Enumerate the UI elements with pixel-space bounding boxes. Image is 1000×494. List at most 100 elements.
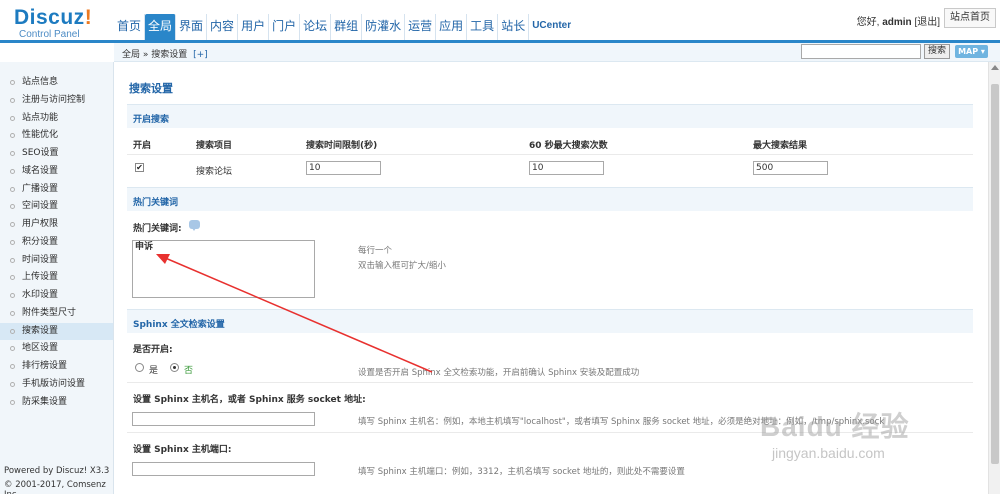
sphinx-yes-label: 是 [149,366,159,376]
sidebar-item-label: 地区设置 [22,343,59,354]
nav-tab[interactable]: 全局 [145,14,177,40]
discuz-logo[interactable]: Discuz! Control Panel [14,7,114,41]
bullet-icon [10,186,15,192]
bullet-icon [10,133,15,139]
nav-tab[interactable]: 用户 [238,14,270,40]
sidebar-item[interactable]: 时间设置 [0,252,113,270]
sphinx-enable-label: 是否开启: [133,345,173,355]
sidebar-item[interactable]: SEO设置 [0,145,113,163]
bullet-icon [10,364,15,369]
bullet-icon [10,293,15,298]
sphinx-no-radio[interactable] [170,363,179,372]
sidebar-item[interactable]: 域名设置 [0,163,113,181]
sphinx-port-hint: 填写 Sphinx 主机端口：例如，3312，主机名填写 socket 地址的，… [358,467,685,477]
sphinx-port-label: 设置 Sphinx 主机端口: [133,445,232,455]
sidebar-item[interactable]: 用户权限 [0,216,113,234]
nav-tab[interactable]: UCenter [529,14,574,40]
sidebar-item[interactable]: 防采集设置 [0,394,113,412]
sidebar-menu: 站点信息注册与访问控制 站点功能性能优化 SEO设置域名设置广播设置空间设置用户权限… [0,74,113,411]
sidebar-item[interactable]: 站点功能 [0,110,113,128]
sidebar-item[interactable]: 排行榜设置 [0,358,113,376]
nav-tab[interactable]: 运营 [405,14,437,40]
page-title: 搜索设置 [129,82,173,95]
baidu-jingyan-watermark: Baidu 经验 jingyan.baidu.com [760,405,910,461]
sidebar-item[interactable]: 上传设置 [0,269,113,287]
sidebar-item-label: 用户权限 [22,219,59,229]
help-bubble-icon[interactable] [189,220,200,231]
nav-tab[interactable]: 群组 [331,14,363,40]
sphinx-host-input[interactable] [132,412,315,426]
sidebar-item[interactable]: 站点信息 [0,74,113,92]
bullet-icon [10,239,15,245]
sidebar-item-label: 注册与访问控制 [22,94,86,105]
sidebar-item-label: 防采集设置 [22,396,68,407]
map-button[interactable]: MAP ▾ [955,45,988,58]
time-limit-input[interactable]: 10 [306,161,381,175]
bullet-icon [10,115,15,121]
sidebar-item[interactable]: 搜索设置 [0,322,113,341]
sidebar-item-label: 排行榜设置 [22,361,68,371]
powered-by: Powered by Discuz! X3.3 [4,466,110,476]
admin-search-input[interactable] [801,44,921,59]
nav-tab[interactable]: 门户 [269,14,301,40]
sidebar-item-label: 手机版访问设置 [22,378,86,389]
nav-tab[interactable]: 站长 [498,14,530,40]
sidebar: 站点信息注册与访问控制 站点功能性能优化 SEO设置域名设置广播设置空间设置用户权限… [0,62,114,494]
greeting: 您好, [856,17,880,28]
sidebar-item[interactable]: 性能优化 [0,127,113,145]
sidebar-item[interactable]: 积分设置 [0,234,113,252]
nav-tab[interactable]: 工具 [467,14,499,40]
user-info: 您好, admin [退出] [857,13,940,28]
sidebar-item[interactable]: 空间设置 [0,198,113,216]
section-title: 热门关键词 [133,198,179,208]
scrollbar-thumb[interactable] [991,84,999,464]
sidebar-item-label: 站点功能 [22,112,59,123]
sidebar-item-label: 积分设置 [22,236,59,247]
sidebar-item[interactable]: 手机版访问设置 [0,376,113,394]
bullet-icon [10,168,15,174]
logout-link[interactable]: [退出] [914,17,940,28]
vertical-scrollbar[interactable] [988,62,1000,494]
header: Discuz! Control Panel 首页 全局 界面 内容 用户 门户 论坛 群组 防灌… [0,0,1000,40]
nav-tab[interactable]: 首页 [114,14,146,40]
top-navigation: 首页 全局 界面 内容 用户 门户 论坛 群组 防灌水 运营 应用 工具 站长 UCenter [114,14,574,40]
sidebar-item[interactable]: 水印设置 [0,287,113,305]
hot-keywords-textarea[interactable]: 申诉 [132,240,315,298]
sidebar-item-label: 性能优化 [22,130,59,141]
section-search-enable: 开启搜索 [127,104,973,128]
sidebar-item[interactable]: 注册与访问控制 [0,92,113,110]
sidebar-item-label: 广播设置 [22,183,59,194]
site-home-button[interactable]: 站点首页 [944,8,996,28]
search-item-forum: 搜索论坛 [196,167,233,177]
max-count-input[interactable]: 10 [529,161,604,175]
breadcrumb-path: 全局 » 搜索设置 [122,50,188,60]
scroll-up-arrow-icon[interactable] [991,65,999,70]
col-header-enable: 开启 [133,141,152,151]
sidebar-item[interactable]: 广播设置 [0,181,113,199]
sidebar-item[interactable]: 地区设置 [0,340,113,358]
sidebar-item-label: SEO设置 [22,148,59,158]
nav-tab[interactable]: 内容 [207,14,239,40]
nav-tab[interactable]: 论坛 [300,14,332,40]
nav-tab[interactable]: 界面 [176,14,208,40]
sidebar-item-label: 站点信息 [22,77,59,87]
bullet-icon [10,151,15,156]
sidebar-item-label: 时间设置 [22,254,59,265]
enable-forum-search-checkbox[interactable]: ✔ [135,163,144,172]
add-shortcut-link[interactable]: [+] [193,50,208,60]
sidebar-item[interactable]: 附件类型尺寸 [0,305,113,323]
hot-hint-2: 双击输入框可扩大/缩小 [358,261,446,271]
col-header-item: 搜索项目 [196,141,233,151]
sphinx-port-input[interactable] [132,462,315,476]
nav-tab[interactable]: 防灌水 [362,14,406,40]
admin-search-button[interactable]: 搜索 [924,44,951,59]
sphinx-yes-radio[interactable] [135,363,144,372]
watermark-brand: Baidu 经验 [760,411,910,442]
bullet-icon [10,204,15,210]
max-results-input[interactable]: 500 [753,161,828,175]
hot-hint-1: 每行一个 [358,246,393,256]
bullet-icon [10,222,15,227]
nav-tab[interactable]: 应用 [436,14,468,40]
logo-brand: Discuz [14,6,85,29]
sidebar-item-label: 附件类型尺寸 [22,307,77,318]
